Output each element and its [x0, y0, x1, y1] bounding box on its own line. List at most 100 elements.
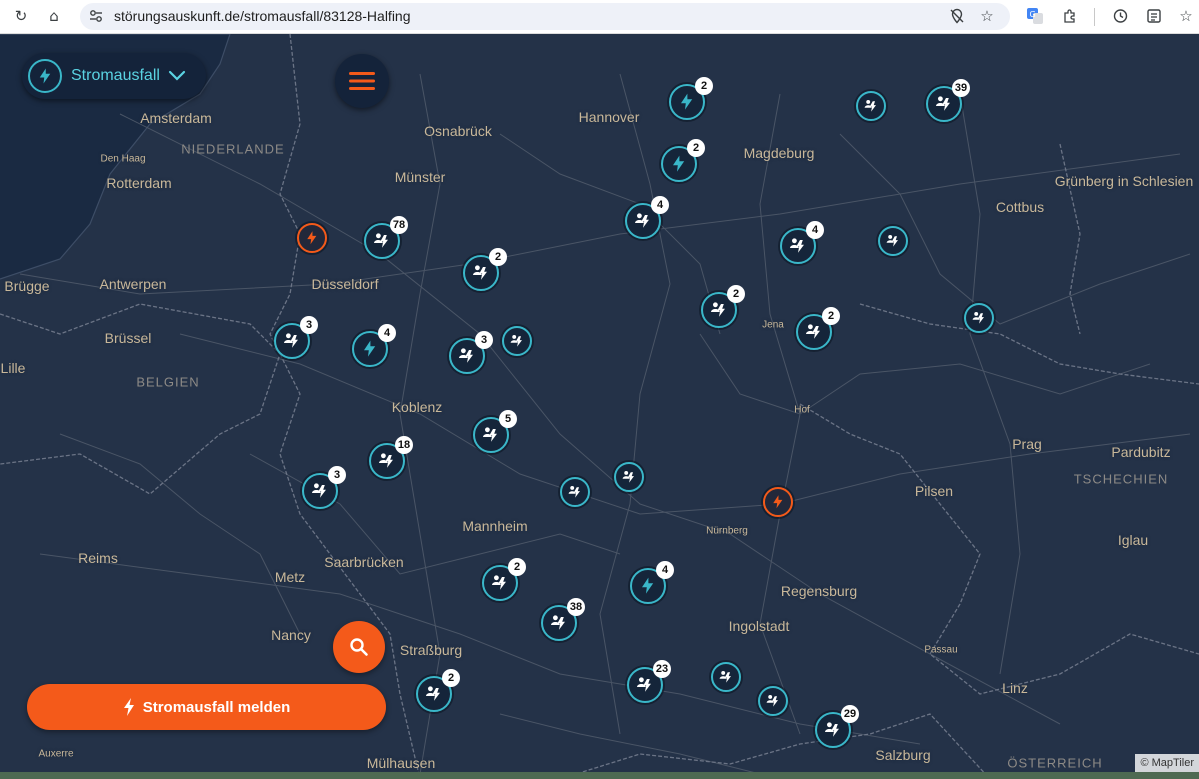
- map-attribution[interactable]: © MapTiler: [1135, 754, 1199, 772]
- lightning-icon: [28, 59, 62, 93]
- outage-marker[interactable]: 2: [482, 558, 526, 601]
- city-label: Münster: [394, 169, 446, 185]
- toolbar-divider: [1094, 8, 1095, 26]
- translate-icon[interactable]: G: [1025, 6, 1045, 26]
- outage-marker-alert[interactable]: [763, 487, 793, 517]
- report-count-badge: 2: [727, 285, 745, 303]
- outage-marker[interactable]: [964, 303, 994, 333]
- search-icon: [350, 638, 368, 656]
- people-lightning-icon: [504, 328, 530, 354]
- people-lightning-icon: [713, 664, 739, 690]
- chevron-down-icon: [168, 70, 186, 82]
- menu-button[interactable]: [335, 54, 389, 108]
- country-label: TSCHECHIEN: [1073, 471, 1169, 487]
- city-label: Koblenz: [391, 399, 443, 415]
- outage-marker[interactable]: [560, 477, 590, 507]
- report-count-badge: 3: [328, 466, 346, 484]
- history-icon[interactable]: [1110, 6, 1130, 26]
- city-label: Metz: [274, 569, 306, 585]
- extensions-icon[interactable]: [1060, 6, 1080, 26]
- outage-marker-alert[interactable]: [297, 223, 327, 253]
- hamburger-icon: [349, 72, 375, 90]
- city-label: Jena: [762, 319, 784, 331]
- report-count-badge: 2: [695, 77, 713, 95]
- people-lightning-icon: [616, 464, 642, 490]
- report-count-badge: 2: [489, 248, 507, 266]
- report-count-badge: 2: [442, 669, 460, 687]
- city-label: Den Haag: [100, 153, 146, 165]
- report-count-badge: 4: [656, 561, 674, 579]
- outage-marker[interactable]: 29: [815, 705, 859, 748]
- outage-marker[interactable]: 2: [416, 669, 460, 712]
- city-label: Düsseldorf: [311, 276, 379, 292]
- country-label: BELGIEN: [136, 374, 200, 390]
- map[interactable]: Amsterdam Den Haag Rotterdam Osnabrück Hanno…: [0, 34, 1199, 779]
- svg-text:G: G: [1030, 10, 1036, 19]
- outage-marker[interactable]: 39: [926, 79, 970, 122]
- outage-marker[interactable]: 18: [369, 436, 413, 479]
- lightning-icon: [123, 698, 134, 716]
- outage-marker[interactable]: [614, 462, 644, 492]
- outage-marker[interactable]: 4: [780, 221, 824, 264]
- people-lightning-icon: [562, 479, 588, 505]
- report-count-badge: 4: [378, 324, 396, 342]
- city-label: Regensburg: [780, 583, 858, 599]
- report-count-badge: 2: [508, 558, 526, 576]
- city-label: Straßburg: [399, 642, 463, 658]
- city-label: Cottbus: [995, 199, 1045, 215]
- outage-marker[interactable]: 3: [302, 466, 346, 509]
- city-label: Pardubitz: [1111, 444, 1171, 460]
- report-count-badge: 39: [952, 79, 970, 97]
- city-label: Passau: [924, 644, 958, 656]
- outage-type-selector[interactable]: Stromausfall: [22, 53, 206, 99]
- bottom-strip: [0, 772, 1199, 779]
- country-borders: [0, 34, 1199, 779]
- city-label: Rotterdam: [106, 175, 172, 191]
- outage-marker[interactable]: [502, 326, 532, 356]
- outage-marker[interactable]: [758, 686, 788, 716]
- reload-icon[interactable]: ↻: [11, 6, 31, 26]
- report-outage-button[interactable]: Stromausfall melden: [27, 684, 386, 730]
- outage-marker[interactable]: [711, 662, 741, 692]
- outage-marker[interactable]: 5: [473, 410, 517, 453]
- outage-marker[interactable]: 4: [630, 561, 674, 604]
- report-count-badge: 78: [390, 216, 408, 234]
- outage-marker[interactable]: 2: [463, 248, 507, 291]
- city-label: Iglau: [1117, 532, 1149, 548]
- people-lightning-icon: [966, 305, 992, 331]
- outage-marker[interactable]: [856, 91, 886, 121]
- reading-list-icon[interactable]: [1144, 6, 1164, 26]
- report-count-badge: 4: [806, 221, 824, 239]
- report-count-badge: 3: [300, 316, 318, 334]
- location-off-icon[interactable]: [947, 6, 967, 26]
- city-label: Linz: [1002, 680, 1028, 696]
- city-label: Amsterdam: [140, 110, 212, 126]
- city-label: Saarbrücken: [324, 554, 404, 570]
- report-count-badge: 29: [841, 705, 859, 723]
- outage-marker[interactable]: 3: [274, 316, 318, 359]
- city-label: Nürnberg: [706, 525, 748, 537]
- outage-marker[interactable]: 38: [541, 598, 585, 641]
- home-icon[interactable]: ⌂: [44, 6, 64, 26]
- outage-marker[interactable]: 3: [449, 331, 493, 374]
- city-label: Brügge: [4, 278, 50, 294]
- city-label: Lille: [0, 360, 26, 376]
- outage-marker[interactable]: 2: [669, 77, 713, 120]
- site-settings-icon[interactable]: [86, 6, 106, 26]
- report-count-badge: 23: [653, 660, 671, 678]
- outage-marker[interactable]: 4: [352, 324, 396, 367]
- country-label: ÖSTERREICH: [1007, 755, 1103, 771]
- outage-marker[interactable]: 2: [661, 139, 705, 182]
- outage-marker[interactable]: 23: [627, 660, 671, 703]
- outage-marker[interactable]: 2: [796, 307, 840, 350]
- outage-marker[interactable]: [878, 226, 908, 256]
- city-label: Mülhausen: [366, 755, 436, 771]
- bookmarks-icon[interactable]: ☆: [1176, 6, 1196, 26]
- report-count-badge: 5: [499, 410, 517, 428]
- bookmark-star-icon[interactable]: ☆: [977, 6, 997, 26]
- url-text[interactable]: störungsauskunft.de/stromausfall/83128-H…: [114, 8, 411, 24]
- outage-marker[interactable]: 4: [625, 196, 669, 239]
- outage-marker[interactable]: 2: [701, 285, 745, 328]
- outage-marker[interactable]: 78: [364, 216, 408, 259]
- search-button[interactable]: [333, 621, 385, 673]
